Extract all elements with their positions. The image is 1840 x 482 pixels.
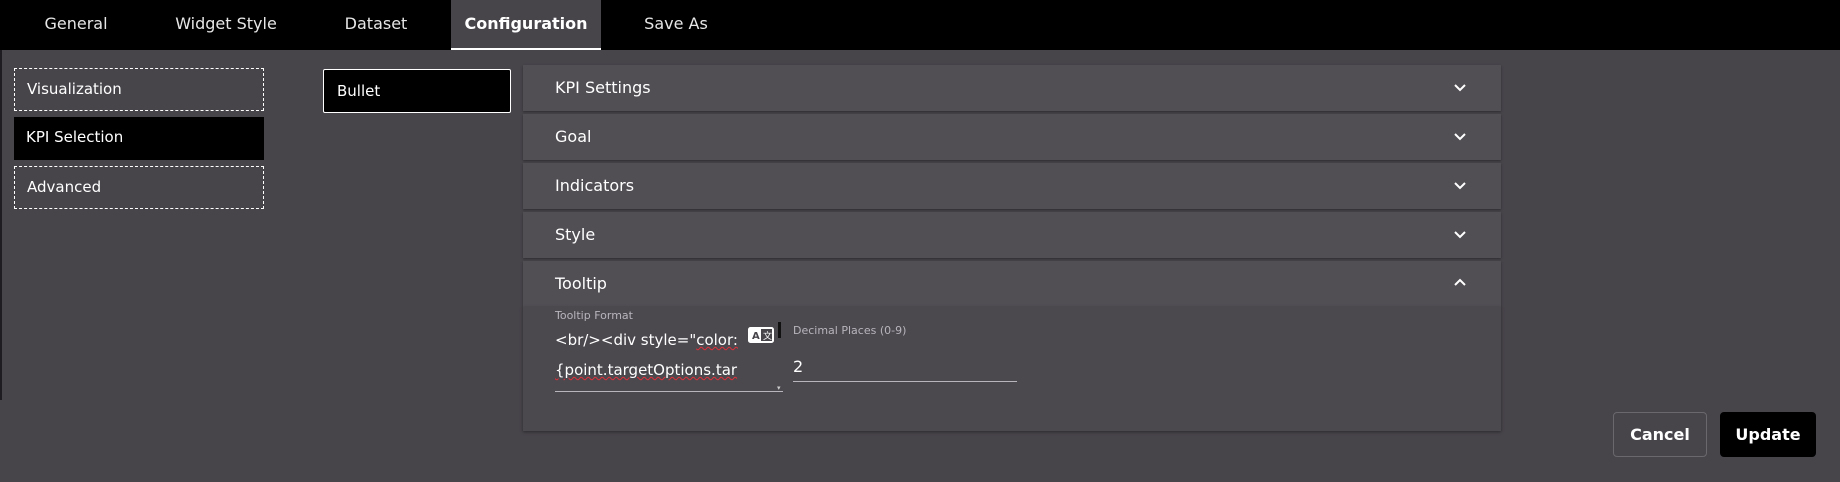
chevron-down-icon xyxy=(1454,231,1466,239)
chevron-up-icon xyxy=(1454,278,1466,286)
accordion-label: Goal xyxy=(555,127,592,146)
accordion-indicators[interactable]: Indicators xyxy=(523,163,1501,209)
svg-text:文: 文 xyxy=(763,330,772,342)
left-edge-divider xyxy=(0,50,2,400)
accordion-kpi-settings[interactable]: KPI Settings xyxy=(523,65,1501,111)
svg-text:A: A xyxy=(752,331,760,342)
tooltip-panel: Tooltip Format <br/><div style="color: {… xyxy=(523,307,1501,431)
tooltip-format-expression: {point.targetOptions.tar xyxy=(555,361,738,379)
cancel-button[interactable]: Cancel xyxy=(1613,412,1707,457)
update-button[interactable]: Update xyxy=(1720,412,1816,457)
translate-icon[interactable]: A 文 xyxy=(748,327,774,343)
tab-save-as[interactable]: Save As xyxy=(630,0,722,50)
accordion-label: KPI Settings xyxy=(555,78,651,97)
accordion-goal[interactable]: Goal xyxy=(523,114,1501,160)
tab-dataset[interactable]: Dataset xyxy=(330,0,422,50)
chart-type-bullet[interactable]: Bullet xyxy=(323,69,511,113)
top-tab-bar: General Widget Style Dataset Configurati… xyxy=(0,0,1840,50)
chevron-down-icon xyxy=(1454,84,1466,92)
tooltip-format-textarea[interactable]: <br/><div style="color: {point.targetOpt… xyxy=(555,325,765,385)
tooltip-format-prefix: <br/><div style=" xyxy=(555,331,697,349)
accordion-tooltip[interactable]: Tooltip xyxy=(523,261,1501,307)
sidebar-item-visualization[interactable]: Visualization xyxy=(14,68,264,111)
tooltip-format-color-word: color: xyxy=(696,331,738,349)
chevron-down-icon xyxy=(1454,133,1466,141)
resize-handle-icon[interactable]: ▾ xyxy=(777,385,783,392)
sidebar-item-advanced[interactable]: Advanced xyxy=(14,166,264,209)
decimal-places-input[interactable] xyxy=(793,351,1017,382)
tooltip-format-line-2: {point.targetOptions.tar xyxy=(555,355,765,385)
accordion-label: Indicators xyxy=(555,176,635,195)
tab-configuration[interactable]: Configuration xyxy=(451,0,601,50)
textarea-scrollbar[interactable] xyxy=(778,322,781,338)
sidebar-item-kpi-selection[interactable]: KPI Selection xyxy=(14,117,264,160)
accordion-label: Tooltip xyxy=(555,274,607,293)
decimal-places-label: Decimal Places (0-9) xyxy=(793,324,907,337)
chevron-down-icon xyxy=(1454,182,1466,190)
tooltip-format-label: Tooltip Format xyxy=(555,309,633,322)
tab-widget-style[interactable]: Widget Style xyxy=(168,0,284,50)
tooltip-format-line-1: <br/><div style="color: xyxy=(555,325,765,355)
settings-accordion: KPI Settings Goal Indicators Style Toolt… xyxy=(523,65,1501,431)
tooltip-format-underline xyxy=(555,391,783,392)
accordion-label: Style xyxy=(555,225,596,244)
accordion-style[interactable]: Style xyxy=(523,212,1501,258)
tab-general[interactable]: General xyxy=(26,0,126,50)
